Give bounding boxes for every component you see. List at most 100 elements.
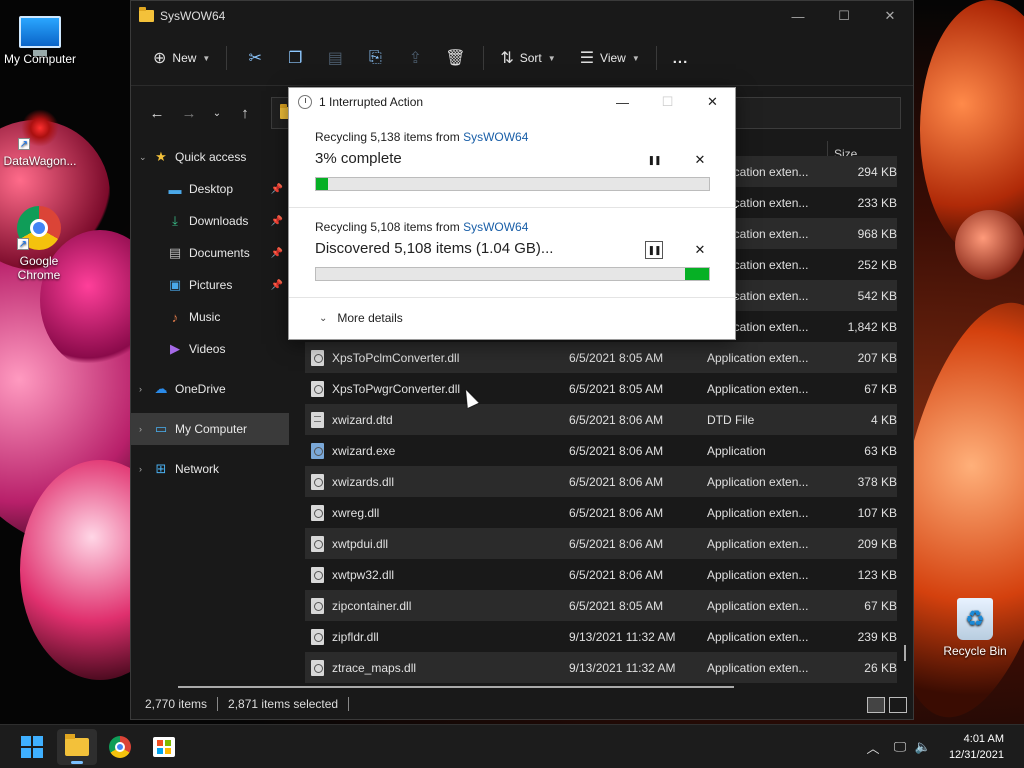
desktop-icon-label: Google Chrome xyxy=(17,254,61,282)
new-button[interactable]: ⊕ New ▼ xyxy=(145,42,218,74)
back-button[interactable]: ← xyxy=(141,97,173,129)
sort-button[interactable]: ⇅ Sort ▼ xyxy=(492,42,563,74)
sidebar-item-onedrive[interactable]: › ☁ OneDrive xyxy=(131,373,289,405)
source-link[interactable]: SysWOW64 xyxy=(463,130,528,144)
selected-count: 2,871 items selected xyxy=(228,697,339,711)
file-name-cell: xwreg.dll xyxy=(305,504,569,521)
file-row[interactable]: xwtpdui.dll 6/5/2021 8:06 AM Application e… xyxy=(305,528,897,559)
tiles-view-button[interactable] xyxy=(889,697,907,713)
close-icon: ✕ xyxy=(694,152,706,167)
rename-button[interactable]: ⎘ xyxy=(355,42,395,74)
view-label: View xyxy=(600,51,626,65)
desktop-icon-datawagon[interactable]: ↗ DataWagon... xyxy=(0,106,80,168)
cancel-button[interactable]: ✕ xyxy=(691,241,709,259)
file-icon xyxy=(311,473,324,490)
cancel-button[interactable]: ✕ xyxy=(691,151,709,169)
file-row[interactable]: xwizard.dtd 6/5/2021 8:06 AM DTD File 4 KB xyxy=(305,404,897,435)
dialog-titlebar[interactable]: 1 Interrupted Action — ☐ ✕ xyxy=(289,88,735,116)
desktop-icon-my-computer[interactable]: My Computer xyxy=(0,8,80,66)
file-name: zipfldr.dll xyxy=(332,629,379,644)
desktop-icon-chrome[interactable]: ↗ Google Chrome xyxy=(0,206,78,282)
paste-button[interactable]: ▤ xyxy=(315,42,355,74)
delete-button[interactable]: 🗑 xyxy=(435,42,475,74)
taskbar: ︿ 🖵 🔈 4:01 AM 12/31/2021 xyxy=(0,724,1024,768)
dialog-window-controls: — ☐ ✕ xyxy=(600,88,735,116)
file-row[interactable]: zipcontainer.dll 6/5/2021 8:05 AM Applicat… xyxy=(305,590,897,621)
clipboard-icon: ▤ xyxy=(327,50,343,67)
sidebar-item-documents[interactable]: ▤ Documents 📌 xyxy=(131,237,289,269)
sidebar-item-downloads[interactable]: ⤓ Downloads 📌 xyxy=(131,205,289,237)
progress-bar xyxy=(315,267,710,281)
desktop-icon: ▬ xyxy=(168,181,182,197)
network-icon: ⊞ xyxy=(155,461,167,476)
more-options-button[interactable]: ... xyxy=(665,42,697,74)
file-row[interactable]: xwreg.dll 6/5/2021 8:06 AM Application ext… xyxy=(305,497,897,528)
file-type: Application exten... xyxy=(707,629,809,644)
minimize-button[interactable]: — xyxy=(775,1,821,31)
rename-icon: ⎘ xyxy=(368,49,382,66)
view-button[interactable]: ☰ View ▼ xyxy=(572,42,648,74)
copy-button[interactable]: ❐ xyxy=(275,42,315,74)
taskbar-chrome[interactable] xyxy=(100,729,140,765)
desktop-icon-recycle-bin[interactable]: ♻ Recycle Bin xyxy=(935,598,1015,658)
status-divider xyxy=(348,697,350,711)
network-icon[interactable]: 🖵 xyxy=(888,739,912,755)
sidebar-item-music[interactable]: ♪ Music xyxy=(131,301,289,333)
dialog-maximize-button[interactable]: ☐ xyxy=(645,88,690,116)
scissors-icon: ✂ xyxy=(248,50,263,67)
window-titlebar[interactable]: SysWOW64 — ☐ ✕ xyxy=(131,1,913,31)
file-row[interactable]: ztrace_maps.dll 9/13/2021 11:32 AM Applica… xyxy=(305,652,897,683)
file-name: zipcontainer.dll xyxy=(332,598,412,613)
pause-button[interactable]: ❚❚ xyxy=(645,151,663,169)
forward-button[interactable]: → xyxy=(173,97,205,129)
sidebar-item-quick-access[interactable]: ⌄ ★ Quick access xyxy=(131,141,289,173)
details-view-button[interactable] xyxy=(867,697,885,713)
file-name: XpsToPwgrConverter.dll xyxy=(332,381,461,396)
file-row[interactable]: zipfldr.dll 9/13/2021 11:32 AM Application… xyxy=(305,621,897,652)
dialog-close-button[interactable]: ✕ xyxy=(690,88,735,116)
file-row[interactable]: xwizard.exe 6/5/2021 8:06 AM Application 63… xyxy=(305,435,897,466)
file-row[interactable]: xwizards.dll 6/5/2021 8:06 AM Application … xyxy=(305,466,897,497)
file-size: 968 KB xyxy=(857,226,897,241)
file-name-cell: xwtpdui.dll xyxy=(305,535,569,552)
status-bar: 2,770 items 2,871 items selected xyxy=(131,689,913,719)
sidebar-item-desktop[interactable]: ▬ Desktop 📌 xyxy=(131,173,289,205)
sidebar-item-label: My Computer xyxy=(175,422,248,436)
maximize-button[interactable]: ☐ xyxy=(821,1,867,31)
sidebar-item-label: OneDrive xyxy=(175,382,226,396)
arrow-right-icon: → xyxy=(181,104,197,122)
arrow-up-icon: ↑ xyxy=(241,104,249,122)
file-date: 6/5/2021 8:06 AM xyxy=(569,443,664,458)
status-divider xyxy=(217,697,219,711)
pause-button[interactable]: ❚❚ xyxy=(645,241,663,259)
sidebar-item-pictures[interactable]: ▣ Pictures 📌 xyxy=(131,269,289,301)
start-button[interactable] xyxy=(12,729,52,765)
dialog-minimize-button[interactable]: — xyxy=(600,88,645,116)
close-button[interactable]: ✕ xyxy=(867,1,913,31)
up-button[interactable]: ↑ xyxy=(229,97,261,129)
sidebar-item-videos[interactable]: ▶ Videos xyxy=(131,333,289,365)
chevron-right-icon: › xyxy=(139,464,142,474)
file-row[interactable]: XpsToPwgrConverter.dll 6/5/2021 8:05 AM Ap… xyxy=(305,373,897,404)
sidebar-item-network[interactable]: › ⊞ Network xyxy=(131,453,289,485)
more-details-toggle[interactable]: ⌄ More details xyxy=(319,311,403,325)
file-name-cell: XpsToPclmConverter.dll xyxy=(305,349,569,366)
file-operation-dialog: 1 Interrupted Action — ☐ ✕ Recycling 5,1… xyxy=(288,87,737,340)
source-link[interactable]: SysWOW64 xyxy=(463,220,528,234)
download-icon: ⤓ xyxy=(172,213,178,228)
cut-button[interactable]: ✂ xyxy=(235,42,275,74)
taskbar-clock[interactable]: 4:01 AM 12/31/2021 xyxy=(949,731,1004,763)
volume-icon[interactable]: 🔈 xyxy=(912,739,934,755)
taskbar-file-explorer[interactable] xyxy=(57,729,97,765)
taskbar-store[interactable] xyxy=(144,729,184,765)
vertical-scrollbar[interactable] xyxy=(904,645,906,661)
recent-locations-button[interactable]: ⌄ xyxy=(205,97,229,129)
sidebar-item-my-computer[interactable]: › ▭ My Computer xyxy=(131,413,289,445)
share-button[interactable]: ⇪ xyxy=(395,42,435,74)
file-row[interactable]: xwtpw32.dll 6/5/2021 8:06 AM Application e… xyxy=(305,559,897,590)
show-hidden-icons-button[interactable]: ︿ xyxy=(864,738,882,757)
horizontal-scrollbar[interactable] xyxy=(178,686,734,688)
file-row[interactable]: XpsToPclmConverter.dll 6/5/2021 8:05 AM Ap… xyxy=(305,342,897,373)
sidebar-item-label: Quick access xyxy=(175,150,247,164)
music-icon: ♪ xyxy=(171,309,179,325)
